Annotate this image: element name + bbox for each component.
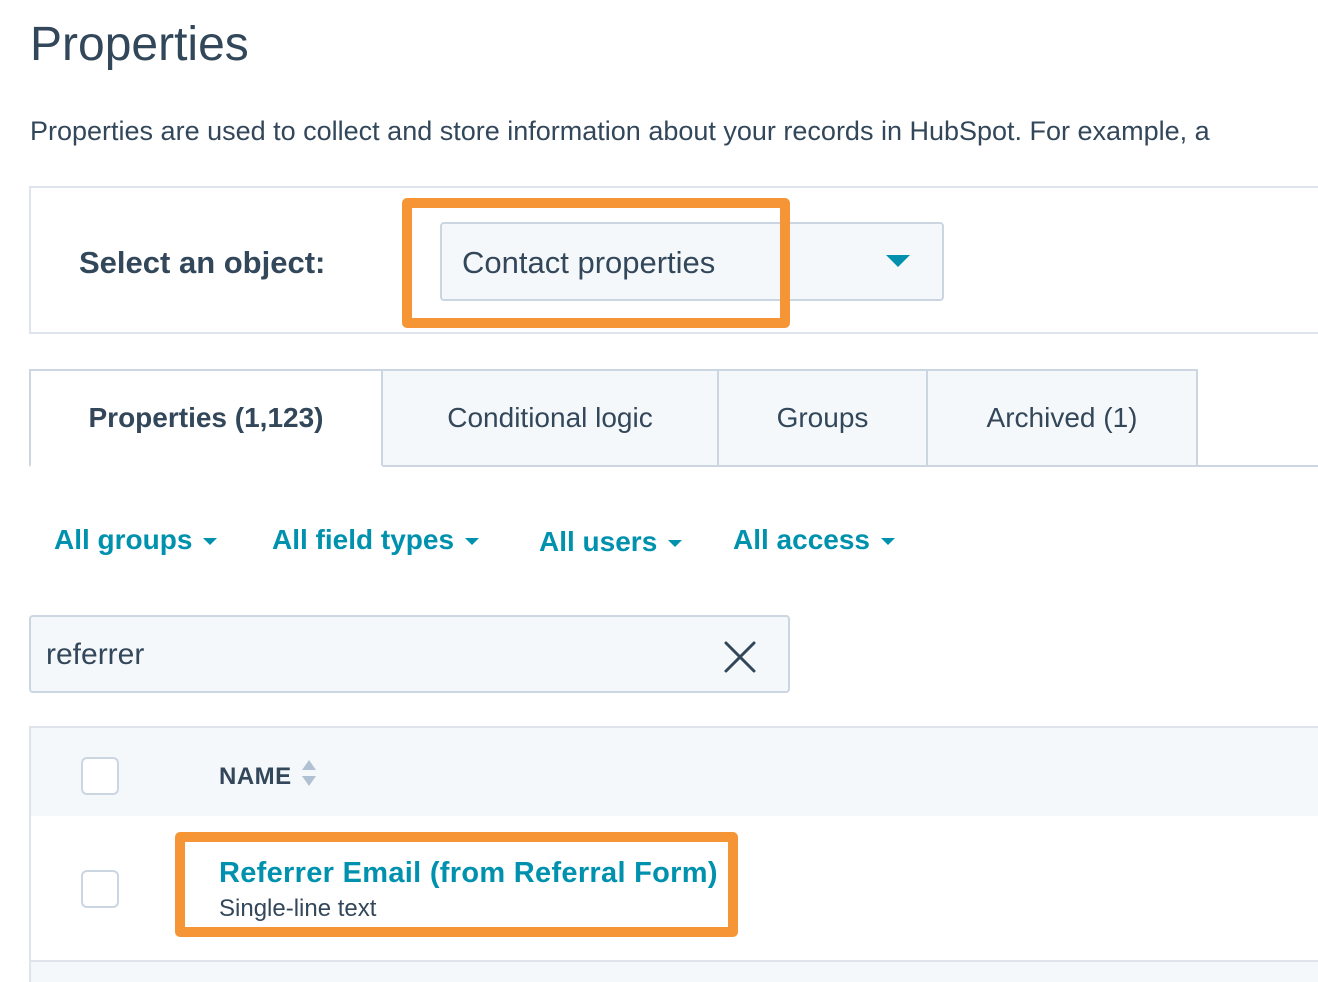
search-input[interactable] <box>46 636 686 674</box>
select-all-checkbox[interactable] <box>81 757 119 795</box>
filter-all-access[interactable]: All access <box>733 521 895 559</box>
close-icon[interactable] <box>722 639 758 675</box>
column-header-name[interactable]: NAME <box>219 762 292 792</box>
row-checkbox[interactable] <box>81 870 119 908</box>
filter-label: All field types <box>272 524 455 555</box>
table-row <box>29 962 1318 982</box>
sort-icon[interactable] <box>300 758 318 788</box>
object-selector-label: Select an object: <box>79 245 326 280</box>
highlight-box-object-select <box>402 198 790 328</box>
page-description: Properties are used to collect and store… <box>30 116 1210 146</box>
caret-down-icon[interactable] <box>886 255 910 267</box>
tab-groups[interactable]: Groups <box>717 369 928 467</box>
caret-down-icon <box>881 537 895 545</box>
filter-label: All groups <box>54 524 193 555</box>
highlight-box-property-row <box>175 832 738 937</box>
tab-properties[interactable]: Properties (1,123) <box>29 369 383 467</box>
page-title: Properties <box>30 18 249 71</box>
caret-down-icon <box>668 539 683 547</box>
caret-down-icon <box>465 537 480 545</box>
filter-all-users[interactable]: All users <box>539 523 683 561</box>
caret-down-icon <box>203 537 218 545</box>
filter-all-field-types[interactable]: All field types <box>272 521 480 559</box>
filter-label: All users <box>539 526 658 557</box>
tab-archived[interactable]: Archived (1) <box>926 369 1198 467</box>
tab-conditional-logic[interactable]: Conditional logic <box>381 369 719 467</box>
filter-label: All access <box>733 524 870 555</box>
filter-all-groups[interactable]: All groups <box>54 521 218 559</box>
